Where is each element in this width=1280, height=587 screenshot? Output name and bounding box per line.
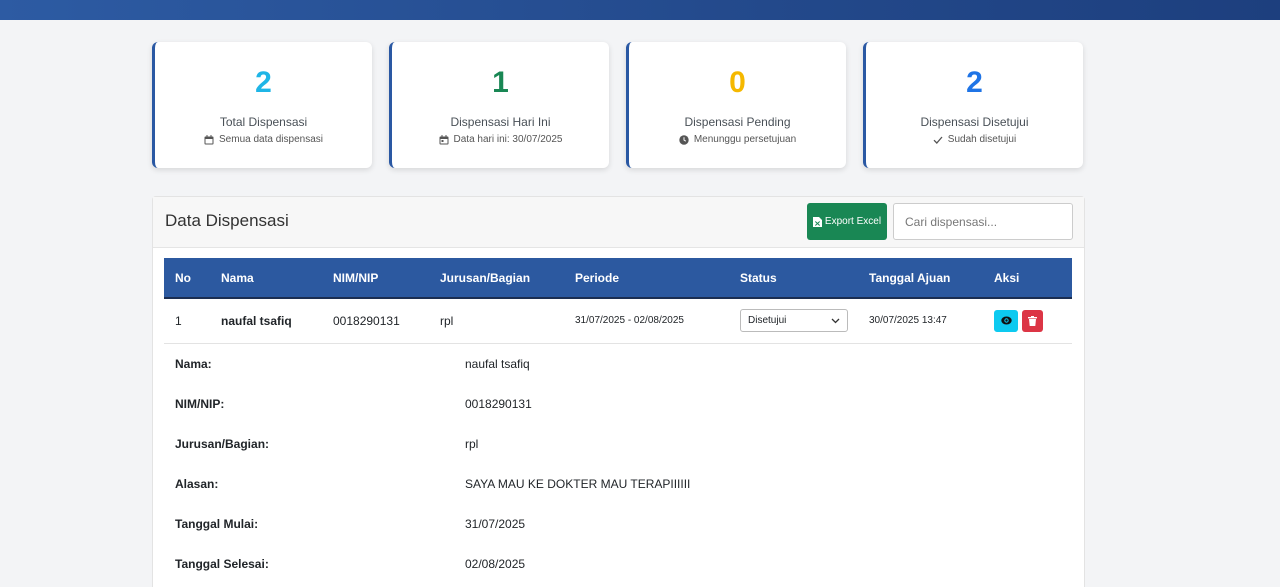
detail-value: naufal tsafiq xyxy=(465,357,530,371)
detail-row: NIM/NIP: 0018290131 xyxy=(175,384,1065,424)
stat-card-total: 2 Total Dispensasi Semua data dispensasi xyxy=(152,42,372,168)
detail-value: 31/07/2025 xyxy=(465,517,526,531)
stat-title: Dispensasi Pending xyxy=(684,115,791,129)
cell-nim: 0018290131 xyxy=(333,313,400,328)
cell-no: 1 xyxy=(175,313,182,328)
stat-card-approved: 2 Dispensasi Disetujui Sudah disetujui xyxy=(863,42,1083,168)
cell-tanggal: 30/07/2025 13:47 xyxy=(869,315,947,327)
status-select[interactable]: Disetujui xyxy=(740,309,848,333)
detail-row: Tanggal Mulai: 31/07/2025 xyxy=(175,504,1065,544)
col-header-periode: Periode xyxy=(575,270,620,285)
detail-label: Tanggal Mulai: xyxy=(175,517,259,531)
trash-icon xyxy=(1028,315,1037,326)
detail-label: Alasan: xyxy=(175,477,219,491)
detail-label: Nama: xyxy=(175,357,212,371)
stat-subtitle-wrap: Menunggu persetujuan xyxy=(629,134,846,145)
col-header-nama: Nama xyxy=(221,270,254,285)
chevron-down-icon xyxy=(831,318,840,324)
status-select-value: Disetujui xyxy=(748,315,787,327)
table-header-row: No Nama NIM/NIP Jurusan/Bagian Periode S… xyxy=(164,258,1072,298)
calendar-icon xyxy=(204,134,214,144)
stat-value: 1 xyxy=(492,66,509,99)
search-input[interactable] xyxy=(893,203,1073,240)
col-header-status: Status xyxy=(740,270,777,285)
col-header-aksi: Aksi xyxy=(994,270,1020,285)
export-excel-button[interactable]: Export Excel xyxy=(807,203,887,240)
view-button[interactable] xyxy=(994,309,1018,332)
detail-label: NIM/NIP: xyxy=(175,397,225,411)
stats-cards: 2 Total Dispensasi Semua data dispensasi… xyxy=(152,42,1085,168)
cell-aksi xyxy=(983,298,1072,343)
stat-card-pending: 0 Dispensasi Pending Menunggu persetujua… xyxy=(626,42,846,168)
check-icon xyxy=(933,136,943,144)
detail-value: 02/08/2025 xyxy=(465,557,526,571)
clock-icon xyxy=(679,134,689,145)
stat-title: Total Dispensasi xyxy=(219,115,308,129)
top-navbar xyxy=(0,0,1280,20)
detail-value: rpl xyxy=(465,437,479,451)
eye-icon xyxy=(1000,316,1012,325)
panel-title: Data Dispensasi xyxy=(165,211,289,230)
file-excel-icon xyxy=(812,216,822,227)
stat-title: Dispensasi Hari Ini xyxy=(450,115,551,129)
stat-card-today: 1 Dispensasi Hari Ini Data hari ini: 30/… xyxy=(389,42,609,168)
cell-jurusan: rpl xyxy=(440,313,454,328)
stat-value: 2 xyxy=(966,66,983,99)
action-buttons xyxy=(994,309,1072,332)
export-excel-label: Export Excel xyxy=(824,216,882,227)
stat-subtitle-wrap: Data hari ini: 30/07/2025 xyxy=(392,134,609,145)
stat-value: 0 xyxy=(729,66,746,99)
cell-status: Disetujui xyxy=(729,298,858,343)
col-header-tanggal: Tanggal Ajuan xyxy=(869,270,951,285)
detail-row: Alasan: SAYA MAU KE DOKTER MAU TERAPIIII… xyxy=(175,464,1065,504)
stat-subtitle-wrap: Sudah disetujui xyxy=(866,134,1083,145)
cell-periode: 31/07/2025 - 02/08/2025 xyxy=(575,315,684,327)
col-header-no: No xyxy=(175,270,191,285)
detail-section: Nama: naufal tsafiq NIM/NIP: 0018290131 … xyxy=(175,344,1065,584)
stat-subtitle: Semua data dispensasi xyxy=(219,134,323,145)
detail-row: Nama: naufal tsafiq xyxy=(175,344,1065,384)
dispensasi-panel: Data Dispensasi Export Excel No Nama NIM… xyxy=(152,196,1085,587)
detail-label: Tanggal Selesai: xyxy=(175,557,269,571)
stat-subtitle-wrap: Semua data dispensasi xyxy=(155,134,372,145)
col-header-jurusan: Jurusan/Bagian xyxy=(440,270,531,285)
stat-value: 2 xyxy=(255,66,272,99)
panel-header: Data Dispensasi Export Excel xyxy=(153,197,1084,248)
stat-subtitle: Menunggu persetujuan xyxy=(693,134,797,145)
cell-nama: naufal tsafiq xyxy=(221,313,292,328)
table-row: 1 naufal tsafiq 0018290131 rpl 31/07/202… xyxy=(164,298,1072,343)
detail-value: SAYA MAU KE DOKTER MAU TERAPIIIIII xyxy=(465,477,691,491)
detail-row: Jurusan/Bagian: rpl xyxy=(175,424,1065,464)
stat-subtitle: Data hari ini: 30/07/2025 xyxy=(453,134,563,145)
detail-label: Jurusan/Bagian: xyxy=(175,437,270,451)
detail-row: Tanggal Selesai: 02/08/2025 xyxy=(175,544,1065,584)
stat-title: Dispensasi Disetujui xyxy=(920,115,1029,129)
detail-value: 0018290131 xyxy=(465,397,532,411)
stat-subtitle: Sudah disetujui xyxy=(947,134,1017,145)
calendar-day-icon xyxy=(439,134,449,144)
dispensasi-table: No Nama NIM/NIP Jurusan/Bagian Periode S… xyxy=(164,258,1072,344)
delete-button[interactable] xyxy=(1022,309,1043,332)
col-header-nim: NIM/NIP xyxy=(333,270,379,285)
